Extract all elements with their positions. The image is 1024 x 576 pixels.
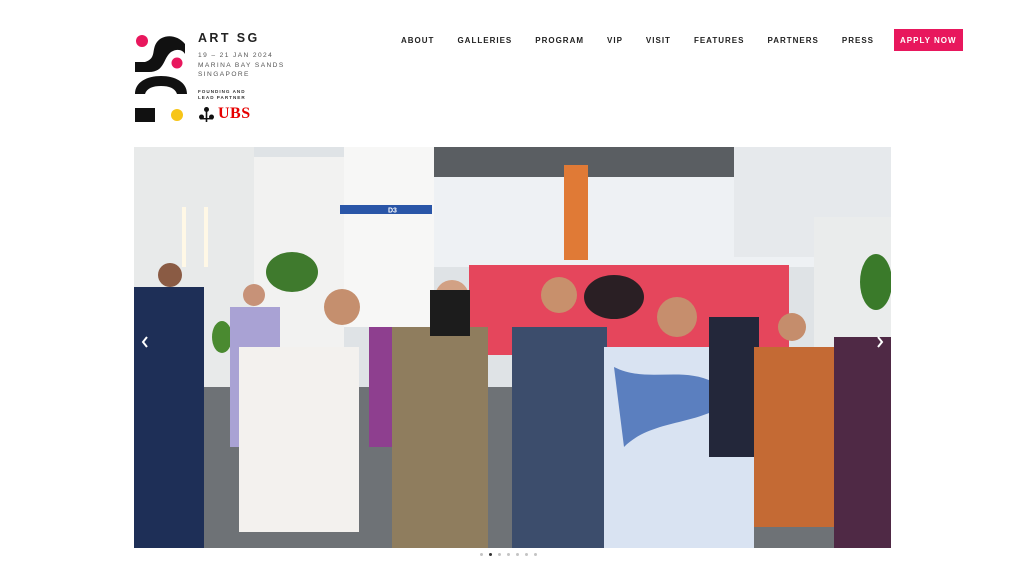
partner-label-line-2: LEAD PARTNER <box>198 95 246 101</box>
nav-partners[interactable]: PARTNERS <box>767 36 818 45</box>
carousel-prev-arrow[interactable] <box>140 335 150 351</box>
nav-features[interactable]: FEATURES <box>694 36 745 45</box>
brand-block: ART SG 19 – 21 JAN 2024 MARINA BAY SANDS… <box>198 31 285 80</box>
art-sg-logo-mark[interactable] <box>133 32 187 124</box>
event-info: 19 – 21 JAN 2024 MARINA BAY SANDS SINGAP… <box>198 51 285 80</box>
carousel-dot[interactable] <box>516 553 519 556</box>
ubs-logo[interactable]: UBS <box>198 105 251 123</box>
carousel-dot[interactable] <box>498 553 501 556</box>
main-nav: ABOUT GALLERIES PROGRAM VIP VISIT FEATUR… <box>401 29 963 51</box>
event-dates: 19 – 21 JAN 2024 <box>198 52 274 59</box>
chevron-right-icon <box>877 336 884 348</box>
nav-press[interactable]: PRESS <box>842 36 874 45</box>
apply-now-button[interactable]: APPLY NOW <box>894 29 963 51</box>
carousel-dot-active[interactable] <box>489 553 492 556</box>
carousel-pagination <box>480 553 543 556</box>
nav-about[interactable]: ABOUT <box>401 36 434 45</box>
carousel-dot[interactable] <box>507 553 510 556</box>
booth-sign-label: D3 <box>388 208 397 215</box>
nav-vip[interactable]: VIP <box>607 36 623 45</box>
carousel-dot[interactable] <box>525 553 528 556</box>
nav-visit[interactable]: VISIT <box>646 36 671 45</box>
booth-sign <box>340 205 432 214</box>
event-city: SINGAPORE <box>198 71 250 79</box>
chevron-left-icon <box>141 336 148 348</box>
ubs-wordmark: UBS <box>218 105 251 123</box>
partner-label: FOUNDING AND LEAD PARTNER <box>198 89 251 101</box>
hero-photo: D3 <box>134 147 891 548</box>
hero-carousel[interactable]: D3 <box>134 147 891 548</box>
nav-program[interactable]: PROGRAM <box>535 36 584 45</box>
event-venue: MARINA BAY SANDS <box>198 61 285 69</box>
brand-name[interactable]: ART SG <box>198 31 285 45</box>
nav-galleries[interactable]: GALLERIES <box>457 36 512 45</box>
carousel-dot[interactable] <box>480 553 483 556</box>
partner-block: FOUNDING AND LEAD PARTNER UBS <box>198 89 251 123</box>
carousel-dot[interactable] <box>534 553 537 556</box>
carousel-next-arrow[interactable] <box>875 335 885 351</box>
ubs-keys-icon <box>199 106 214 122</box>
